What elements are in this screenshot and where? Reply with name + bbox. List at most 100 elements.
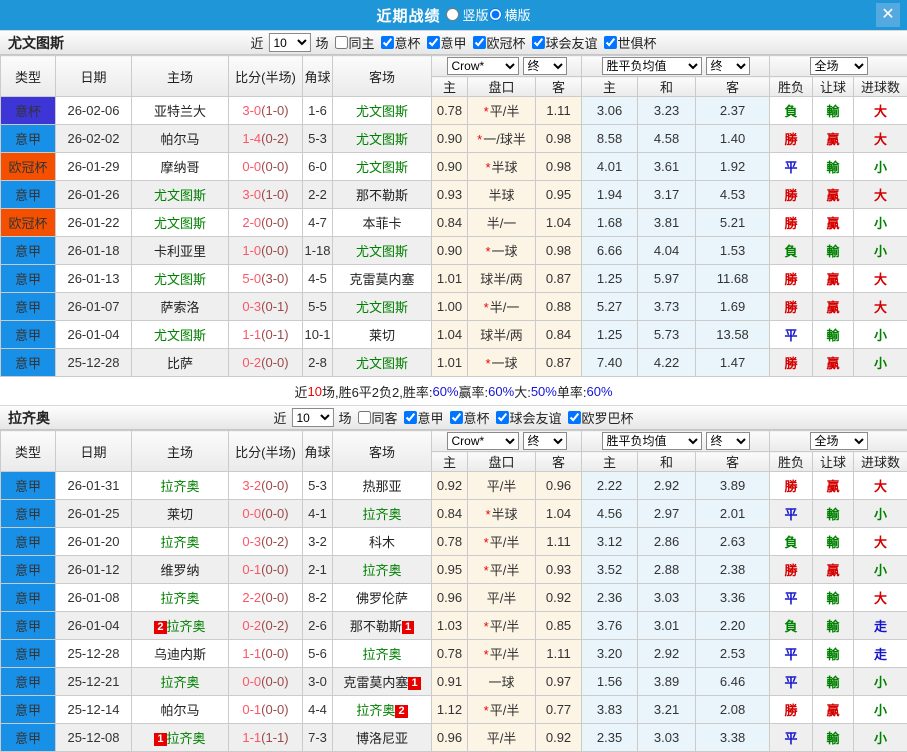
recent-count-select[interactable]: 10 xyxy=(268,33,311,52)
date-cell: 25-12-08 xyxy=(55,723,132,752)
result-spf-cell: 平 xyxy=(769,583,814,612)
matches-table-0: 类型 日期 主场 比分(半场) 角球 客场 Crow* 终胜平负均值终全场主盘口客主和客胜负让… xyxy=(0,55,907,377)
filter-checkbox-同客[interactable]: 同客 xyxy=(353,408,397,427)
result-glyph: 大 xyxy=(874,591,888,606)
avg-draw-cell: 5.73 xyxy=(637,320,697,349)
filter-checkbox-同主[interactable]: 同主 xyxy=(330,33,374,52)
checkbox-icon[interactable] xyxy=(472,36,486,49)
result-spf-cell: 負 xyxy=(769,96,814,125)
corner-cell: 5-3 xyxy=(302,471,333,500)
score-halftime: (0-2) xyxy=(261,534,289,549)
filter-checkbox-球会友谊[interactable]: 球会友谊 xyxy=(492,408,562,427)
avg-away-cell: 1.47 xyxy=(695,348,771,377)
away-team: 尤文图斯 xyxy=(332,124,432,153)
avg-away-cell: 13.58 xyxy=(695,320,771,349)
away-team: 本菲卡 xyxy=(332,208,432,237)
away-team: 克雷莫内塞 1 xyxy=(332,667,432,696)
result-spf-cell: 平 xyxy=(769,152,814,181)
team-name-text: 拉齐奥 xyxy=(166,731,206,746)
bookmaker-final-select[interactable]: 终 xyxy=(522,432,567,450)
radio-icon[interactable] xyxy=(488,7,502,21)
bookmaker-select[interactable]: Crow* xyxy=(446,432,519,450)
score-fulltime: 3-0 xyxy=(242,187,262,202)
filter-checkbox-世俱杯[interactable]: 世俱杯 xyxy=(600,33,657,52)
score-cell: 0-1(0-0) xyxy=(228,695,303,724)
avg-away-cell: 2.37 xyxy=(695,96,771,125)
result-goals-cell: 大 xyxy=(853,124,907,153)
date-cell: 26-02-06 xyxy=(55,96,132,125)
score-halftime: (1-1) xyxy=(261,730,289,745)
checkbox-icon[interactable] xyxy=(495,411,509,424)
avg-draw-cell: 2.86 xyxy=(637,527,697,556)
result-spf-cell: 勝 xyxy=(769,471,814,500)
avg-away-cell: 3.36 xyxy=(695,583,771,612)
avg-home-cell: 3.52 xyxy=(581,555,639,584)
live-star: * xyxy=(483,300,489,315)
scope-select[interactable]: 全场 xyxy=(809,57,868,75)
team-name-text: 拉齐奥 xyxy=(356,703,396,718)
checkbox-icon[interactable] xyxy=(531,36,545,49)
odds-away-cell: 1.04 xyxy=(534,208,583,237)
checkbox-icon[interactable] xyxy=(357,411,371,424)
team-name-text: 拉齐奥 xyxy=(362,647,402,662)
team-name-text: 尤文图斯 xyxy=(355,244,408,259)
avg-away-cell: 3.89 xyxy=(695,471,771,500)
filter-checkbox-意杯[interactable]: 意杯 xyxy=(446,408,490,427)
competition-badge: 意甲 xyxy=(0,348,56,377)
filter-checkbox-意杯[interactable]: 意杯 xyxy=(376,33,421,52)
score-cell: 5-0(3-0) xyxy=(228,264,303,293)
scope-select[interactable]: 全场 xyxy=(809,432,868,450)
layout-radio-horizontal[interactable]: 横版 xyxy=(488,5,531,24)
close-button[interactable]: ✕ xyxy=(876,3,900,27)
result-handicap-cell: 輸 xyxy=(812,611,855,640)
bookmaker-final-select[interactable]: 终 xyxy=(522,57,567,75)
bookmaker-select[interactable]: Crow* xyxy=(446,57,519,75)
team-name-text: 帕尔马 xyxy=(160,132,200,147)
home-team: 维罗纳 xyxy=(131,555,229,584)
checkbox-icon[interactable] xyxy=(603,36,617,49)
checkbox-icon[interactable] xyxy=(380,36,394,49)
odds-home-cell: 1.01 xyxy=(431,348,468,377)
checkbox-icon[interactable] xyxy=(567,411,581,424)
competition-badge: 意甲 xyxy=(0,555,56,584)
home-team: 拉齐奥 xyxy=(131,583,229,612)
recent-count-select[interactable]: 10 xyxy=(291,408,334,427)
avg-final-select[interactable]: 终 xyxy=(705,432,750,450)
avg-select[interactable]: 胜平负均值 xyxy=(601,57,702,75)
checkbox-icon[interactable] xyxy=(449,411,463,424)
filter-checkbox-球会友谊[interactable]: 球会友谊 xyxy=(528,33,598,52)
live-star: * xyxy=(477,132,483,147)
away-team: 尤文图斯 xyxy=(332,292,432,321)
match-row: 意甲 26-01-13 尤文图斯 5-0(3-0) 4-5 克雷莫内塞 1.01 球半/两 0.… xyxy=(0,264,907,293)
avg-select[interactable]: 胜平负均值 xyxy=(601,432,702,450)
layout-radio-vertical[interactable]: 竖版 xyxy=(446,5,489,24)
team-name-text: 莱切 xyxy=(368,328,395,343)
result-glyph: 走 xyxy=(874,619,888,634)
handicap-cell: *平/半 xyxy=(467,555,536,584)
team-name-text: 科木 xyxy=(368,535,395,550)
odds-away-cell: 0.92 xyxy=(534,723,583,752)
summary-part: 大: xyxy=(514,384,531,400)
score-cell: 0-2(0-0) xyxy=(228,348,303,377)
result-spf-cell: 勝 xyxy=(769,208,814,237)
result-glyph: 大 xyxy=(874,272,888,287)
result-spf-cell: 負 xyxy=(769,611,814,640)
home-team: 拉齐奥 xyxy=(131,471,229,500)
avg-draw-cell: 3.89 xyxy=(637,667,697,696)
filter-checkbox-意甲[interactable]: 意甲 xyxy=(423,33,467,52)
filter-checkbox-欧罗巴杯[interactable]: 欧罗巴杯 xyxy=(564,408,634,427)
away-team: 拉齐奥 xyxy=(332,499,432,528)
filter-checkbox-欧冠杯[interactable]: 欧冠杯 xyxy=(469,33,526,52)
filter-checkbox-意甲[interactable]: 意甲 xyxy=(399,408,444,427)
checkbox-icon[interactable] xyxy=(403,411,417,424)
checkbox-icon[interactable] xyxy=(334,36,348,49)
match-row: 意甲 26-01-20 拉齐奥 0-3(0-2) 3-2 科木 0.78 *平/半 1.11 3.… xyxy=(0,527,907,556)
team-name-text: 莱切 xyxy=(166,507,193,522)
score-fulltime: 1-1 xyxy=(242,327,262,342)
result-spf-cell: 平 xyxy=(769,320,814,349)
radio-icon[interactable] xyxy=(446,7,460,21)
avg-final-select[interactable]: 终 xyxy=(705,57,750,75)
checkbox-label: 球会友谊 xyxy=(509,411,562,426)
checkbox-icon[interactable] xyxy=(426,36,440,49)
result-glyph: 贏 xyxy=(826,188,840,203)
